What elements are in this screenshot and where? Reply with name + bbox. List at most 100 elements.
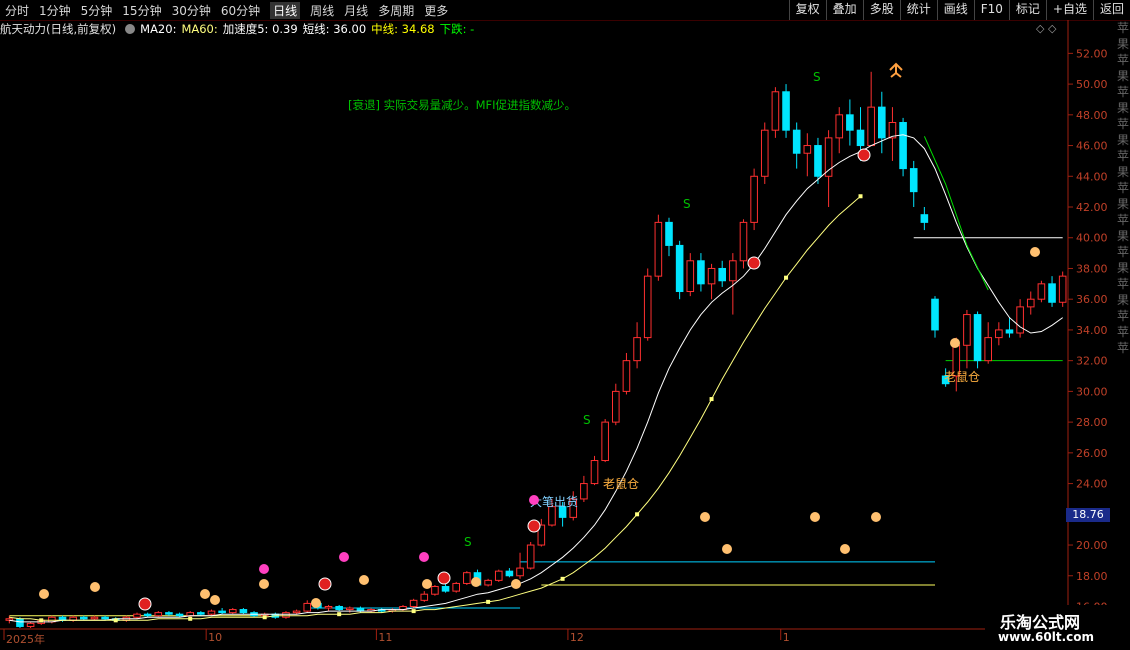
ma60-marker-3 bbox=[39, 618, 44, 623]
candle-body-82 bbox=[878, 106, 886, 139]
candle-body-40 bbox=[431, 586, 439, 595]
candle-body-69 bbox=[739, 221, 748, 262]
candle-body-90 bbox=[963, 314, 971, 346]
ma60-marker-59 bbox=[635, 512, 640, 517]
candle-body-73 bbox=[782, 91, 790, 131]
candle-body-87 bbox=[931, 298, 939, 331]
candle-body-48 bbox=[516, 567, 524, 577]
ma60-marker-52 bbox=[560, 576, 565, 581]
y-tick-label-2: 20.00 bbox=[1076, 539, 1108, 552]
candle-body-78 bbox=[835, 114, 844, 139]
ma60-marker-10 bbox=[113, 618, 118, 623]
candle-body-26 bbox=[282, 612, 290, 618]
recession-note: [衰退] 实际交易量减少。MFI促进指数减少。 bbox=[348, 98, 576, 112]
x-tick-label-1: 10 bbox=[208, 631, 223, 644]
candle-body-97 bbox=[1037, 283, 1046, 300]
candle-body-62 bbox=[665, 221, 673, 246]
candle-body-79 bbox=[846, 114, 854, 131]
y-tick-label-8: 32.00 bbox=[1076, 355, 1108, 368]
candle-body-41 bbox=[441, 586, 450, 592]
candle-body-64 bbox=[686, 260, 695, 293]
hand-icon-16 bbox=[1030, 247, 1040, 257]
candle-body-67 bbox=[718, 267, 726, 282]
x-tick-label-3: 12 bbox=[569, 631, 584, 644]
y-tick-label-5: 26.00 bbox=[1076, 447, 1108, 460]
candle-body-0 bbox=[5, 618, 14, 621]
candle-body-42 bbox=[452, 582, 460, 592]
candle-body-68 bbox=[729, 260, 737, 282]
ma20-decline-segment bbox=[923, 136, 989, 291]
s-signal-label-3: S bbox=[813, 70, 821, 84]
candle-body-91 bbox=[973, 314, 982, 362]
y-tick-label-13: 42.00 bbox=[1076, 201, 1108, 214]
s-signal-label-1: S bbox=[583, 413, 591, 427]
candle-body-54 bbox=[580, 483, 588, 500]
cross-signal-icon-1 bbox=[857, 148, 871, 162]
ma60-marker-73 bbox=[784, 275, 789, 280]
candle-body-74 bbox=[792, 129, 801, 154]
x-tick-label-4: 1 bbox=[782, 631, 790, 644]
candle-body-92 bbox=[984, 337, 992, 362]
y-tick-label-12: 40.00 bbox=[1076, 232, 1108, 245]
candle-body-7 bbox=[80, 616, 88, 620]
candle-body-99 bbox=[1058, 275, 1067, 303]
candle-body-22 bbox=[239, 609, 248, 614]
rat-position-label-1: 老鼠仓 bbox=[603, 477, 639, 491]
y-tick-label-16: 48.00 bbox=[1076, 109, 1108, 122]
hand-icon-10 bbox=[700, 512, 710, 522]
candle-body-31 bbox=[335, 605, 343, 611]
person-icon bbox=[889, 62, 903, 78]
candle-body-20 bbox=[218, 610, 226, 614]
hand-icon-8 bbox=[471, 577, 481, 587]
flower-icon-3 bbox=[529, 495, 539, 505]
candle-body-49 bbox=[526, 544, 535, 569]
candle-body-46 bbox=[494, 570, 503, 581]
candle-body-63 bbox=[675, 244, 684, 293]
hand-icon-14 bbox=[871, 512, 881, 522]
flower-icon-1 bbox=[339, 552, 349, 562]
y-tick-label-14: 44.00 bbox=[1076, 170, 1108, 183]
candle-body-84 bbox=[899, 122, 907, 170]
candle-body-66 bbox=[707, 267, 716, 285]
x-tick-label-2: 11 bbox=[378, 631, 393, 644]
candle-body-55 bbox=[590, 460, 599, 485]
hand-icon-12 bbox=[810, 512, 820, 522]
candle-body-1 bbox=[16, 618, 24, 627]
candle-body-76 bbox=[814, 145, 822, 177]
rat-position-label-2: 老鼠仓 bbox=[944, 370, 980, 384]
candle-body-8 bbox=[90, 616, 99, 620]
candle-body-45 bbox=[484, 579, 492, 586]
ma60-marker-80 bbox=[858, 194, 863, 199]
candle-body-12 bbox=[133, 613, 141, 618]
cross-signal-icon-3 bbox=[437, 571, 451, 585]
candle-body-57 bbox=[612, 390, 620, 423]
hand-icon-5 bbox=[311, 598, 321, 608]
y-tick-label-6: 28.00 bbox=[1076, 416, 1108, 429]
ma60-marker-24 bbox=[262, 615, 267, 620]
candle-body-94 bbox=[1005, 329, 1014, 334]
hand-icon-11 bbox=[722, 544, 732, 554]
hand-icon-0 bbox=[39, 589, 49, 599]
candle-body-43 bbox=[463, 572, 471, 584]
candle-body-15 bbox=[165, 612, 173, 615]
candle-body-61 bbox=[654, 221, 663, 277]
candle-body-30 bbox=[324, 605, 333, 609]
candle-body-47 bbox=[505, 570, 514, 577]
flower-icon-0 bbox=[259, 564, 269, 574]
hand-icon-1 bbox=[90, 582, 100, 592]
hand-icon-15 bbox=[950, 338, 960, 348]
x-tick-label-0: 2025年 bbox=[6, 633, 45, 646]
candle-body-85 bbox=[909, 168, 918, 193]
hand-icon-6 bbox=[359, 575, 369, 585]
y-tick-label-11: 38.00 bbox=[1076, 262, 1108, 275]
hand-icon-3 bbox=[210, 595, 220, 605]
candle-body-39 bbox=[420, 593, 429, 601]
candle-body-81 bbox=[867, 106, 875, 147]
candle-body-13 bbox=[143, 613, 152, 617]
hand-icon-2 bbox=[200, 589, 210, 599]
y-tick-label-7: 30.00 bbox=[1076, 385, 1108, 398]
ma-line-MA20 bbox=[9, 134, 1063, 623]
hand-icon-9 bbox=[511, 579, 521, 589]
candle-body-27 bbox=[292, 610, 301, 614]
candle-body-58 bbox=[622, 360, 631, 392]
